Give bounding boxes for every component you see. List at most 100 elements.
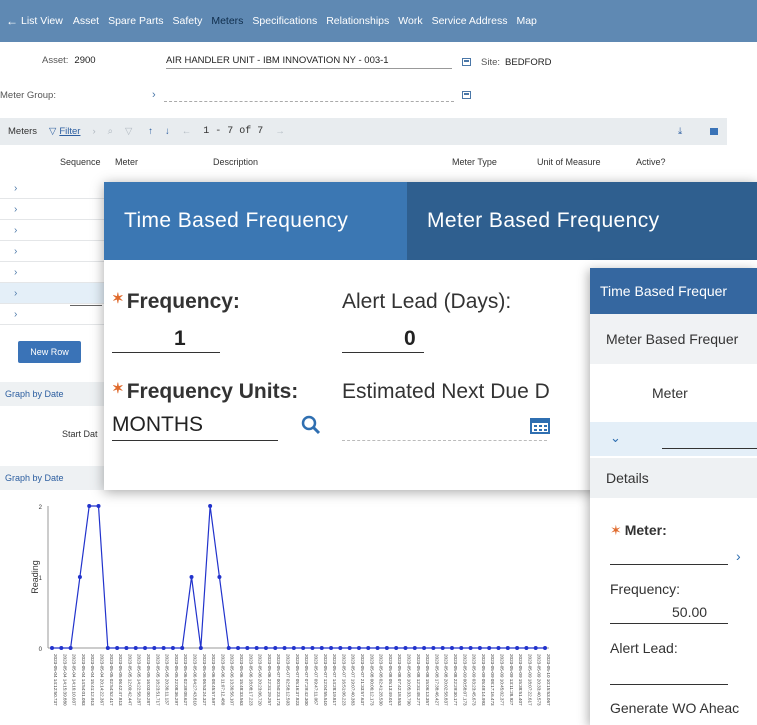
col-sequence[interactable]: Sequence: [60, 157, 101, 167]
data-point: [496, 646, 501, 650]
x-tick-label: 2023-05-09 13:11:28.927: [509, 654, 514, 706]
x-tick-label: 2023-05-09 15:38:51.407: [518, 654, 523, 706]
y-axis-label: Reading: [30, 560, 40, 594]
expand-row-icon[interactable]: ›: [14, 246, 17, 257]
tab-service-address[interactable]: Service Address: [432, 15, 508, 27]
data-point: [143, 646, 148, 650]
frequency-units-value[interactable]: MONTHS: [112, 413, 203, 437]
pager-text: 1 - 7 of 7: [203, 126, 264, 137]
data-point: [319, 646, 324, 650]
data-point: [301, 646, 306, 650]
tab-time-based-frequency[interactable]: Time Based Frequency: [104, 182, 407, 260]
alert-lead-input[interactable]: [610, 684, 728, 685]
x-tick-label: 2023-05-05 20:36:11.137: [165, 654, 170, 706]
data-point: [543, 646, 547, 650]
graph-by-date-section[interactable]: Graph by Date: [0, 382, 105, 406]
meter-column-header[interactable]: Meter: [590, 364, 757, 422]
x-tick-label: 2023-05-04 14:12:50.737: [53, 654, 58, 706]
meter-input[interactable]: [610, 564, 728, 565]
meter-group-field: ›: [152, 88, 471, 102]
meter-based-frequency-panel: Time Based Frequer Meter Based Frequer M…: [590, 268, 757, 725]
x-tick-label: 2023-05-09 05:49:14.993: [481, 654, 486, 706]
row-underline: [70, 305, 102, 306]
filter-link[interactable]: Filter: [59, 126, 80, 137]
list-view-link[interactable]: ← List View: [6, 14, 63, 28]
expand-row-icon[interactable]: ›: [14, 183, 17, 194]
arrow-down-icon[interactable]: ↓: [165, 126, 170, 137]
expand-row-icon[interactable]: ›: [14, 267, 17, 278]
x-tick-label: 2023-05-04 14:16:10.037: [72, 654, 77, 706]
required-icon: ✶: [610, 522, 622, 538]
tab-asset[interactable]: Asset: [73, 15, 99, 27]
start-date-label: Start Dat: [62, 429, 98, 439]
grid-icon[interactable]: [710, 128, 718, 135]
data-point: [440, 646, 445, 650]
selected-meter-row[interactable]: ⌄: [590, 422, 757, 456]
col-description[interactable]: Description: [213, 157, 258, 167]
frequency-value[interactable]: 50.00: [672, 604, 707, 620]
expand-row-icon[interactable]: ›: [14, 225, 17, 236]
tab-relationships[interactable]: Relationships: [326, 15, 389, 27]
new-row-button[interactable]: New Row: [18, 341, 81, 363]
tab-specifications[interactable]: Specifications: [252, 15, 317, 27]
data-point: [329, 646, 334, 650]
arrow-up-icon[interactable]: ↑: [148, 126, 153, 137]
alert-lead-label: Alert Lead (Days):: [342, 290, 512, 313]
frequency-value[interactable]: 1: [174, 327, 186, 351]
x-tick-label: 2023-05-05 12:09:42.447: [127, 654, 132, 706]
data-point: [282, 646, 287, 650]
search-icon[interactable]: [300, 414, 322, 436]
asset-value[interactable]: 2900: [74, 55, 95, 66]
col-unit-of-measure[interactable]: Unit of Measure: [537, 157, 601, 167]
chevron-down-icon[interactable]: ⌄: [610, 430, 621, 446]
frequency-tabbar: Time Based Frequency Meter Based Frequen…: [104, 182, 757, 260]
data-point: [347, 646, 352, 650]
chevron-right-icon[interactable]: ›: [152, 89, 156, 101]
expand-row-icon[interactable]: ›: [14, 204, 17, 215]
tab-work[interactable]: Work: [398, 15, 422, 27]
download-icon[interactable]: ⤓: [678, 126, 682, 137]
x-tick-label: 2023-05-07 05:16:37.823: [295, 654, 300, 706]
data-point: [115, 646, 120, 650]
col-meter-type[interactable]: Meter Type: [452, 157, 497, 167]
required-icon: ✶: [112, 290, 124, 306]
data-point: [236, 646, 241, 650]
x-tick-label: 2023-05-05 06:42:47.813: [118, 654, 123, 706]
tab-meters[interactable]: Meters: [211, 15, 243, 27]
tab-map[interactable]: Map: [516, 15, 536, 27]
col-meter[interactable]: Meter: [115, 157, 138, 167]
meters-table-header: Sequence Meter Description Meter Type Un…: [0, 145, 727, 178]
data-point: [422, 646, 427, 650]
calendar-icon[interactable]: [530, 416, 550, 434]
frequency-label: ✶ Frequency:: [112, 290, 240, 313]
alert-lead-value[interactable]: 0: [404, 327, 416, 351]
estimated-date-input[interactable]: [342, 440, 547, 441]
data-point: [412, 646, 417, 650]
frequency-underline: [610, 623, 728, 624]
x-tick-label: 2023-05-06 22:31:29.257: [267, 654, 272, 706]
tab-spare-parts[interactable]: Spare Parts: [108, 15, 163, 27]
x-tick-label: 2023-05-07 00:50:23.173: [276, 654, 281, 706]
tab-safety[interactable]: Safety: [173, 15, 203, 27]
expand-row-icon[interactable]: ›: [14, 288, 17, 299]
data-point: [524, 646, 529, 650]
meter-group-input[interactable]: [163, 88, 454, 102]
time-based-frequency-section[interactable]: Time Based Frequer: [590, 268, 757, 314]
meter-based-frequency-section[interactable]: Meter Based Frequer: [590, 314, 757, 364]
tab-meter-based-frequency[interactable]: Meter Based Frequency: [407, 182, 757, 260]
detail-menu-icon[interactable]: [462, 58, 471, 66]
filter-icon[interactable]: ▽: [49, 126, 56, 137]
data-point: [133, 646, 138, 650]
col-active[interactable]: Active?: [636, 157, 666, 167]
expand-row-icon[interactable]: ›: [14, 309, 17, 320]
details-section[interactable]: Details: [590, 458, 757, 498]
next-page-icon: →: [275, 126, 285, 137]
x-tick-label: 2023-05-08 20:02:58.837: [444, 654, 449, 706]
x-tick-label: 2023-05-07 09:47:11.067: [313, 654, 318, 706]
chevron-right-icon[interactable]: ›: [736, 548, 741, 564]
asset-description[interactable]: AIR HANDLER UNIT - IBM INNOVATION NY - 0…: [166, 55, 452, 69]
asset-label: Asset:: [42, 55, 69, 66]
detail-menu-icon[interactable]: [461, 91, 471, 99]
meter-group-label: Meter Group:: [0, 90, 56, 101]
data-point: [180, 646, 185, 650]
